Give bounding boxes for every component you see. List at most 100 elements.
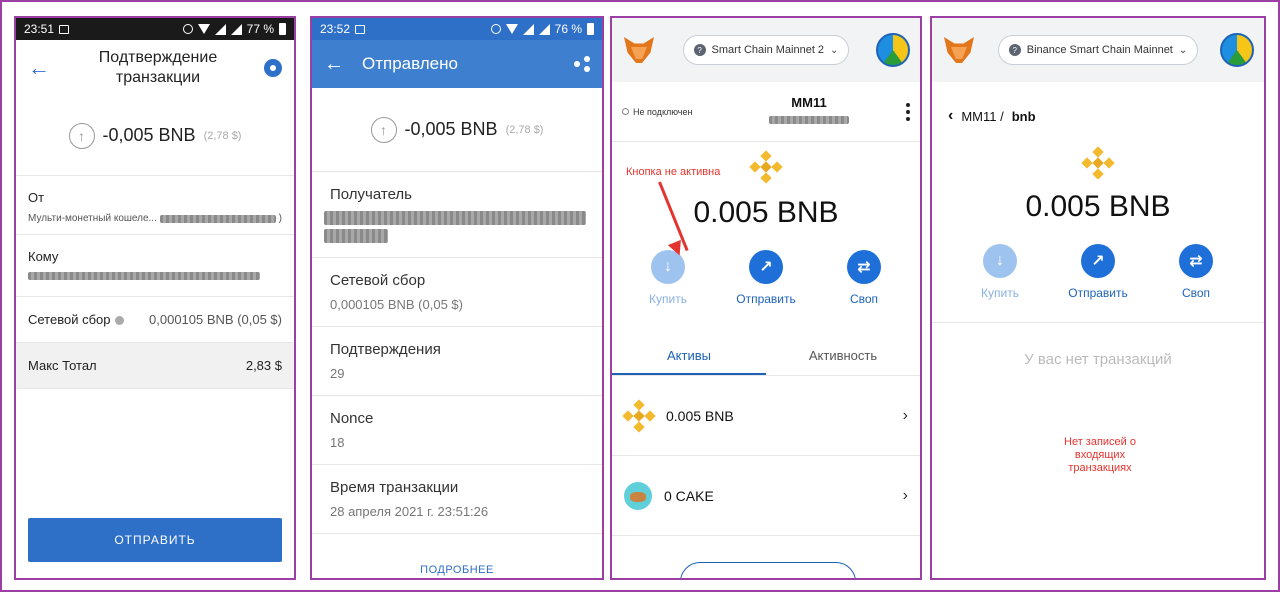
to-label: Кому: [28, 249, 59, 264]
trust-sent-panel: 23:52 76 % ← Отправлено ↑ -0,005 BNB (2,…: [310, 16, 604, 580]
info-icon[interactable]: [114, 316, 124, 326]
breadcrumb-account[interactable]: MM11 /: [961, 109, 1003, 124]
from-label: От: [28, 190, 45, 205]
account-name: MM11: [791, 94, 827, 110]
more-link[interactable]: ПОДРОБНЕЕ: [312, 564, 602, 578]
upload-arrow-icon: ↑: [370, 116, 397, 143]
nonce-label: Nonce: [330, 410, 374, 427]
cake-token-icon: [624, 481, 652, 510]
battery-icon: [279, 23, 286, 35]
chevron-down-icon: ⌄: [1178, 44, 1188, 56]
account-row: Не подключен MM11: [612, 82, 920, 142]
chevron-down-icon: ⌄: [830, 44, 839, 56]
chevron-left-icon[interactable]: ‹: [948, 107, 953, 125]
actions: ↓ Купить ↗ Отправить ⇄ Своп: [612, 250, 920, 306]
asset-row-bnb[interactable]: 0.005 BNB ›: [612, 376, 920, 456]
network-selector[interactable]: ? Smart Chain Mainnet 2 ⌄: [682, 35, 850, 65]
actions: ↓ Купить ↗ Отправить ⇄ Своп: [932, 244, 1264, 323]
buy-button[interactable]: ↓ Купить: [968, 244, 1032, 300]
amount-row: ↑ -0,005 BNB (2,78 $): [312, 88, 602, 172]
wifi-icon: [505, 24, 518, 34]
top-bar: ? Binance Smart Chain Mainnet ⌄: [932, 18, 1264, 82]
swap-icon: ⇄: [1179, 244, 1213, 278]
screen-icon: [59, 24, 70, 34]
connection-status[interactable]: Не подключен: [622, 107, 712, 117]
status-time: 23:51: [24, 22, 55, 36]
annotation-label: Кнопка не активна: [626, 166, 721, 178]
signal-icon-2: [538, 23, 550, 35]
screen-icon: [355, 24, 366, 34]
fee-label: Сетевой сбор: [28, 312, 111, 327]
send-button[interactable]: ↗ Отправить: [734, 250, 798, 306]
back-arrow-icon[interactable]: ←: [324, 53, 344, 76]
status-bar: 23:51 77 %: [16, 18, 294, 40]
swap-icon: ⇄: [847, 250, 881, 284]
no-incoming-annotation: Нет записей о входящих транзакциях: [1064, 436, 1136, 474]
header: ← Отправлено: [312, 40, 602, 88]
swap-label: Своп: [849, 292, 879, 306]
connection-label: Не подключен: [633, 106, 693, 117]
bnb-token-icon: [622, 398, 656, 433]
back-arrow-icon[interactable]: ←: [28, 55, 52, 81]
battery-icon: [587, 23, 594, 35]
from-paren: ): [278, 213, 282, 224]
buy-button[interactable]: ↓ Купить: [636, 250, 700, 306]
avatar[interactable]: [1220, 33, 1254, 67]
asset-name: 0 CAKE: [664, 487, 714, 504]
metamask-token-panel: ? Binance Smart Chain Mainnet ⌄ ‹ MM11 /…: [930, 16, 1266, 580]
gear-icon[interactable]: [264, 59, 282, 77]
bnb-logo-icon: [1081, 146, 1115, 180]
arrow-up-right-icon: ↗: [1081, 244, 1115, 278]
send-button[interactable]: ОТПРАВИТЬ: [28, 518, 282, 562]
amount-fiat: (2,78 $): [505, 123, 544, 136]
import-tokens-button[interactable]: [680, 562, 856, 578]
buy-label: Купить: [981, 286, 1019, 300]
swap-button[interactable]: ⇄ Своп: [832, 250, 896, 306]
signal-icon-2: [230, 23, 242, 35]
time-value: 28 апреля 2021 г. 23:51:26: [330, 504, 489, 519]
send-label: Отправить: [736, 292, 796, 306]
signal-icon: [522, 23, 534, 35]
battery-level: 76 %: [554, 22, 582, 36]
metamask-wallet-panel: ? Smart Chain Mainnet 2 ⌄ Не подключен M…: [610, 16, 922, 580]
status-time: 23:52: [320, 22, 351, 36]
max-total-row: Макс Тотал 2,83 $: [16, 343, 294, 389]
nonce-field: Nonce 18: [312, 396, 602, 465]
empty-transactions: У вас нет транзакций: [1024, 351, 1172, 368]
header: ← Подтверждение транзакции: [16, 40, 294, 96]
amount: -0,005 BNB: [102, 125, 196, 145]
metamask-fox-icon: [942, 35, 976, 65]
upload-arrow-icon: ↑: [68, 122, 95, 149]
network-name: Smart Chain Mainnet 2: [711, 44, 825, 56]
redacted-address: [159, 214, 276, 223]
max-total-value: 2,83 $: [245, 358, 282, 373]
send-label: Отправить: [1068, 286, 1128, 300]
swap-label: Своп: [1181, 286, 1211, 300]
asset-row-cake[interactable]: 0 CAKE ›: [612, 456, 920, 536]
metamask-fox-icon: [622, 35, 656, 65]
network-selector[interactable]: ? Binance Smart Chain Mainnet ⌄: [997, 35, 1199, 65]
time-field: Время транзакции 28 апреля 2021 г. 23:51…: [312, 465, 602, 534]
balance: 0.005 BNB: [693, 196, 839, 229]
avatar[interactable]: [875, 33, 910, 67]
page-title: Подтверждение транзакции: [98, 49, 218, 86]
balance: 0.005 BNB: [1025, 190, 1171, 223]
fee-label: Сетевой сбор: [330, 272, 426, 289]
arrow-up-right-icon: ↗: [749, 250, 783, 284]
tab-activity[interactable]: Активность: [766, 336, 920, 375]
confirmations-value: 29: [330, 366, 345, 381]
swap-button[interactable]: ⇄ Своп: [1164, 244, 1228, 300]
fee-field: Сетевой сбор 0,000105 BNB (0,05 $): [312, 258, 602, 327]
from-wallet-name: Мульти-монетный кошеле...: [28, 213, 157, 224]
breadcrumb-token: bnb: [1011, 108, 1036, 124]
redacted-address: [769, 115, 849, 124]
to-field: Кому: [16, 235, 294, 297]
tab-assets[interactable]: Активы: [612, 336, 766, 375]
more-options-icon[interactable]: [906, 102, 910, 121]
send-button[interactable]: ↗ Отправить: [1066, 244, 1130, 300]
account-info[interactable]: MM11: [769, 95, 849, 129]
page-title: Отправлено: [362, 54, 458, 73]
share-icon[interactable]: [574, 56, 590, 72]
time-label: Время транзакции: [330, 479, 459, 496]
confirmations-label: Подтверждения: [330, 341, 441, 358]
